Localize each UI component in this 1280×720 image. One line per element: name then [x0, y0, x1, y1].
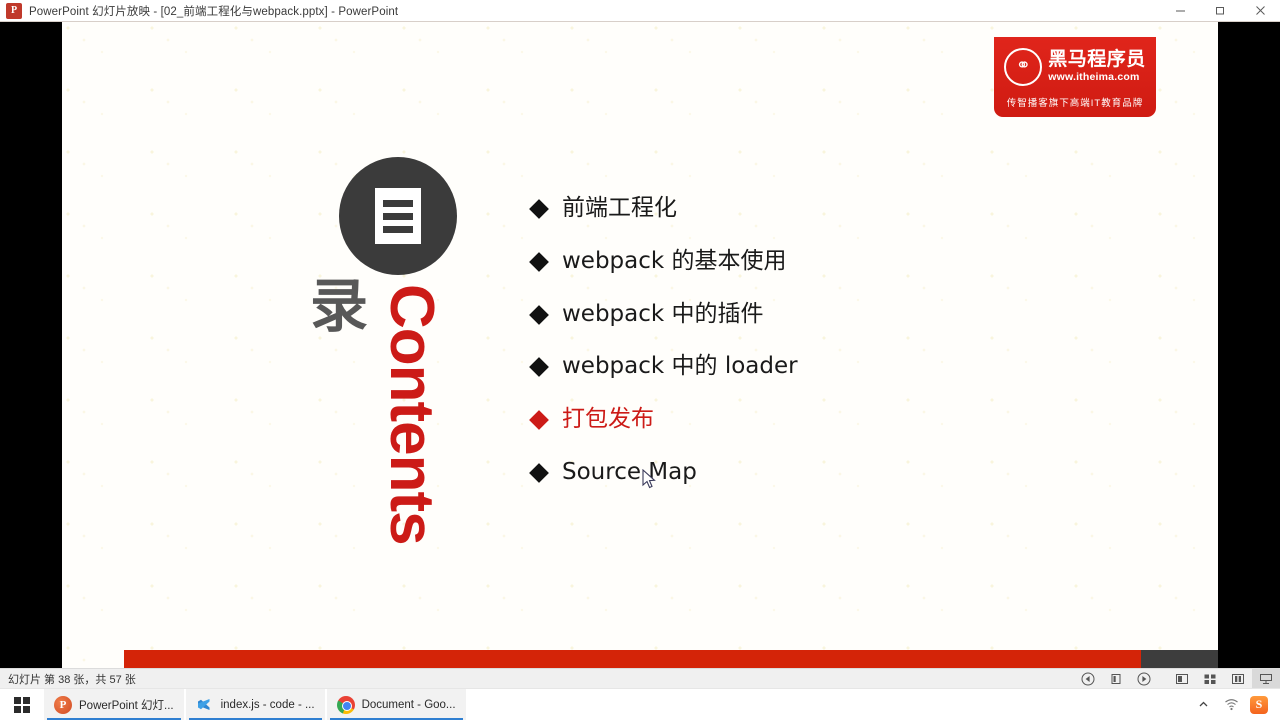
heading-cn: 录 — [310, 272, 369, 340]
powerpoint-slideshow-window: PowerPoint 幻灯片放映 - [02_前端工程化与webpack.ppt… — [0, 0, 1280, 720]
toc-item-label: webpack 中的插件 — [562, 300, 764, 327]
toc-item-label: webpack 的基本使用 — [562, 247, 787, 274]
diamond-bullet-icon — [529, 357, 549, 378]
win-tile-2 — [23, 696, 30, 704]
taskbar-item-powerpoint[interactable]: PowerPoint 幻灯... — [44, 688, 184, 720]
logo-url: www.itheima.com — [1048, 71, 1140, 84]
toc-item-label: 前端工程化 — [562, 195, 677, 221]
toc-item-3[interactable]: webpack 中的 loader — [529, 352, 1152, 381]
horse-glyph: ⚭ — [1015, 54, 1031, 76]
progress-filled — [124, 650, 1142, 668]
window-title: PowerPoint 幻灯片放映 - [02_前端工程化与webpack.ppt… — [29, 5, 399, 18]
diamond-bullet-icon — [529, 304, 549, 325]
win-tile-4 — [23, 705, 30, 713]
win-tile-3 — [14, 705, 21, 713]
window-controls — [1160, 0, 1280, 22]
pause-button[interactable] — [1102, 669, 1130, 689]
list-line-1 — [383, 199, 413, 207]
contents-emblem — [339, 157, 457, 275]
diamond-bullet-icon — [529, 251, 549, 272]
logo-text-block: 黑马程序员 www.itheima.com — [1048, 50, 1146, 83]
slide-progress-bar — [124, 650, 1218, 668]
taskbar-items: PowerPoint 幻灯... index.js - code - ... D… — [44, 688, 468, 720]
vscode-icon — [196, 696, 214, 714]
heading-contents-vertical: Contents — [377, 284, 446, 545]
toc-item-1[interactable]: webpack 的基本使用 — [529, 247, 1152, 276]
network-icon[interactable] — [1222, 696, 1240, 714]
toc-item-4-active[interactable]: 打包发布 — [529, 405, 1152, 434]
win-tile-1 — [14, 696, 21, 704]
next-slide-button[interactable] — [1130, 669, 1158, 689]
list-line-3 — [383, 225, 413, 233]
diamond-bullet-icon — [529, 410, 549, 430]
title-bar: PowerPoint 幻灯片放映 - [02_前端工程化与webpack.ppt… — [0, 0, 1280, 22]
taskbar-item-label: PowerPoint 幻灯... — [79, 699, 174, 712]
windows-logo-icon — [14, 696, 30, 713]
taskbar-item-label: Document - Goo... — [361, 698, 456, 711]
windows-taskbar: PowerPoint 幻灯... index.js - code - ... D… — [0, 688, 1280, 720]
diamond-bullet-icon — [529, 199, 549, 219]
logo-main-row: ⚭ 黑马程序员 www.itheima.com — [1004, 47, 1146, 86]
toc-item-2[interactable]: webpack 中的插件 — [529, 300, 1152, 329]
taskbar-item-chrome[interactable]: Document - Goo... — [326, 688, 466, 720]
logo-brand-cn: 黑马程序员 — [1048, 49, 1146, 71]
progress-remaining — [1141, 650, 1218, 668]
taskbar-item-label: index.js - code - ... — [220, 698, 315, 711]
horse-logo-icon: ⚭ — [1004, 47, 1043, 86]
taskbar-item-vscode[interactable]: index.js - code - ... — [185, 688, 325, 720]
status-bar-controls — [1074, 668, 1280, 689]
table-of-contents: 前端工程化 webpack 的基本使用 webpack 中的插件 webpack… — [529, 194, 1152, 511]
toc-item-label: webpack 中的 loader — [562, 353, 798, 380]
normal-view-button[interactable] — [1168, 669, 1196, 689]
powerpoint-icon — [54, 695, 72, 714]
toc-item-label: 打包发布 — [562, 406, 654, 432]
status-bar: 幻灯片 第 38 张，共 57 张 — [0, 668, 1280, 689]
diamond-bullet-icon — [529, 462, 549, 483]
toc-item-0[interactable]: 前端工程化 — [529, 194, 1152, 223]
sogou-ime-icon[interactable]: S — [1250, 695, 1268, 714]
itheima-logo: ⚭ 黑马程序员 www.itheima.com 传智播客旗下高端IT教育品牌 — [994, 37, 1156, 117]
close-button[interactable] — [1240, 0, 1280, 22]
chrome-icon — [336, 695, 355, 714]
show-hidden-icons-button[interactable] — [1194, 696, 1212, 714]
slide-sorter-button[interactable] — [1196, 669, 1224, 689]
toc-item-label: Source Map — [562, 458, 697, 485]
slide-canvas[interactable]: ⚭ 黑马程序员 www.itheima.com 传智播客旗下高端IT教育品牌 录… — [62, 22, 1218, 668]
logo-tagline: 传智播客旗下高端IT教育品牌 — [1006, 97, 1144, 109]
list-lines-icon — [375, 188, 421, 244]
system-tray: S — [1194, 695, 1280, 714]
restore-button[interactable] — [1200, 0, 1240, 22]
toc-item-5[interactable]: Source Map — [529, 458, 1152, 487]
reading-view-button[interactable] — [1224, 669, 1252, 689]
slideshow-view-button[interactable] — [1252, 668, 1280, 689]
powerpoint-icon — [6, 2, 22, 19]
start-button[interactable] — [0, 689, 44, 720]
list-line-2 — [383, 212, 413, 220]
slideshow-stage[interactable]: ⚭ 黑马程序员 www.itheima.com 传智播客旗下高端IT教育品牌 录… — [0, 22, 1280, 668]
minimize-button[interactable] — [1160, 0, 1200, 22]
previous-slide-button[interactable] — [1074, 669, 1102, 689]
slide-counter-text: 幻灯片 第 38 张，共 57 张 — [8, 673, 136, 686]
